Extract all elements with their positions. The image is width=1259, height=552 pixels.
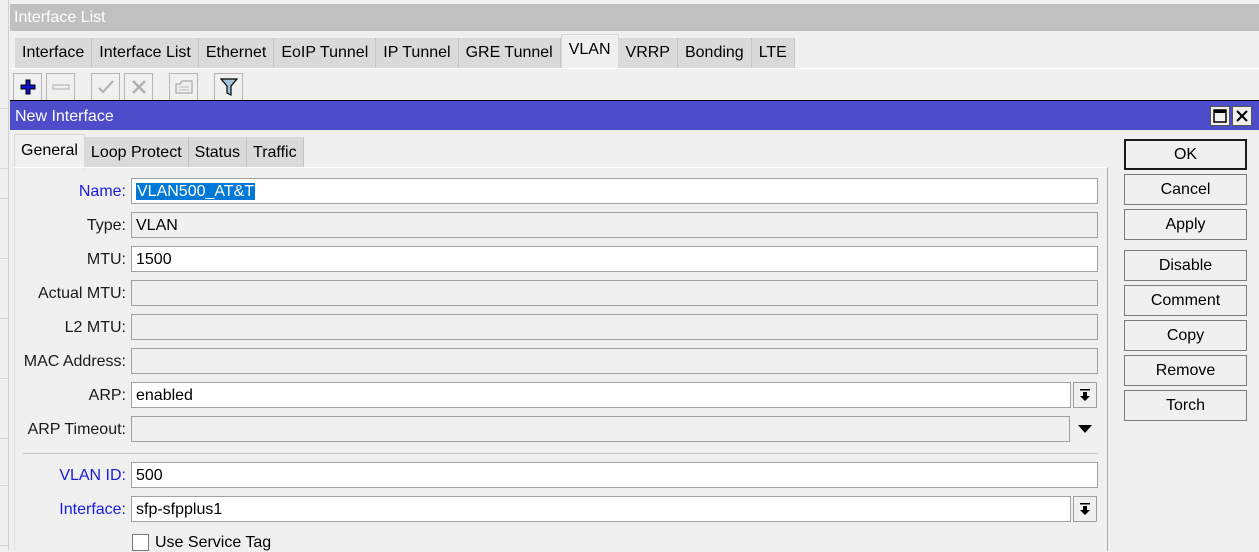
tab-interface[interactable]: Interface bbox=[15, 38, 93, 69]
filter-button[interactable] bbox=[214, 73, 243, 101]
l2-mtu-row: L2 MTU: bbox=[15, 314, 126, 340]
name-row: Name: bbox=[15, 178, 126, 204]
arp-row: ARP: bbox=[15, 382, 126, 408]
arp-label: ARP: bbox=[88, 387, 126, 404]
mac-address-row: MAC Address: bbox=[15, 348, 126, 374]
dropdown-icon bbox=[1080, 503, 1090, 515]
dialog-tabs: General Loop Protect Status Traffic bbox=[14, 134, 304, 169]
tab-interface-list[interactable]: Interface List bbox=[92, 38, 199, 69]
enable-button[interactable] bbox=[91, 73, 120, 101]
close-icon bbox=[1236, 110, 1248, 122]
remove-button[interactable]: Remove bbox=[1124, 355, 1247, 386]
cancel-button[interactable]: Cancel bbox=[1124, 174, 1247, 205]
disable-button[interactable]: Disable bbox=[1124, 250, 1247, 281]
vlan-id-label: VLAN ID: bbox=[59, 467, 126, 484]
check-icon bbox=[97, 80, 114, 94]
section-divider bbox=[23, 453, 1098, 454]
interface-label: Interface: bbox=[59, 501, 126, 518]
dialog-title-bar[interactable]: New Interface bbox=[10, 100, 1259, 130]
dropdown-icon bbox=[1080, 389, 1090, 401]
tab-general[interactable]: General bbox=[14, 134, 85, 169]
type-row: Type: bbox=[15, 212, 126, 238]
ok-button[interactable]: OK bbox=[1124, 139, 1247, 170]
add-button[interactable] bbox=[13, 73, 42, 101]
vlan-id-input[interactable]: 500 bbox=[131, 462, 1098, 488]
vlan-id-row: VLAN ID: bbox=[15, 462, 126, 488]
arp-timeout-expand-button[interactable] bbox=[1073, 416, 1097, 442]
mtu-input[interactable]: 1500 bbox=[131, 246, 1098, 272]
arp-timeout-row: ARP Timeout: bbox=[15, 416, 126, 442]
tab-bonding[interactable]: Bonding bbox=[677, 38, 752, 69]
toolbar bbox=[13, 73, 243, 101]
interface-row: Interface: bbox=[15, 496, 126, 522]
l2-mtu-label: L2 MTU: bbox=[64, 319, 126, 336]
close-button[interactable] bbox=[1232, 106, 1252, 126]
arp-timeout-label: ARP Timeout: bbox=[27, 421, 126, 438]
name-input[interactable]: VLAN500_AT&T bbox=[131, 178, 1098, 204]
actual-mtu-row: Actual MTU: bbox=[15, 280, 126, 306]
arp-timeout-field[interactable] bbox=[131, 416, 1070, 442]
use-service-tag-label: Use Service Tag bbox=[155, 534, 272, 551]
copy-button[interactable]: Copy bbox=[1124, 320, 1247, 351]
tab-status[interactable]: Status bbox=[188, 137, 248, 168]
maximize-icon bbox=[1213, 109, 1227, 123]
row-divider bbox=[0, 545, 8, 546]
interface-dropdown-button[interactable] bbox=[1073, 496, 1097, 522]
window-title: Interface List bbox=[14, 9, 106, 26]
maximize-button[interactable] bbox=[1210, 106, 1230, 126]
mtu-row: MTU: bbox=[15, 246, 126, 272]
mac-address-field bbox=[131, 348, 1098, 374]
comment-button[interactable]: Comment bbox=[1124, 285, 1247, 316]
window-title-bar[interactable]: Interface List bbox=[10, 4, 1259, 31]
name-value: VLAN500_AT&T bbox=[136, 183, 256, 200]
interface-select[interactable]: sfp-sfpplus1 bbox=[131, 496, 1071, 522]
row-divider bbox=[0, 168, 8, 169]
actual-mtu-field bbox=[131, 280, 1098, 306]
general-panel: Name: VLAN500_AT&T Type: VLAN MTU: 1500 … bbox=[14, 167, 1108, 551]
tab-loop-protect[interactable]: Loop Protect bbox=[84, 137, 189, 168]
tab-vlan[interactable]: VLAN bbox=[560, 34, 619, 70]
dialog-title: New Interface bbox=[15, 108, 114, 125]
use-service-tag-checkbox[interactable] bbox=[132, 534, 149, 551]
tab-traffic[interactable]: Traffic bbox=[247, 137, 304, 168]
name-label: Name: bbox=[78, 183, 126, 200]
cross-icon bbox=[131, 80, 146, 94]
chevron-down-icon bbox=[1078, 425, 1092, 433]
comment-button[interactable] bbox=[169, 73, 198, 101]
row-divider bbox=[0, 485, 8, 486]
plus-icon bbox=[20, 79, 35, 95]
arp-select[interactable]: enabled bbox=[131, 382, 1071, 408]
tab-gre-tunnel[interactable]: GRE Tunnel bbox=[458, 38, 561, 69]
tab-ip-tunnel[interactable]: IP Tunnel bbox=[376, 38, 459, 69]
row-divider bbox=[0, 378, 8, 379]
torch-button[interactable]: Torch bbox=[1124, 390, 1247, 421]
type-field: VLAN bbox=[131, 212, 1098, 238]
interface-tabs: Interface Interface List Ethernet EoIP T… bbox=[15, 34, 795, 70]
tab-divider bbox=[10, 68, 1259, 69]
row-divider bbox=[0, 108, 8, 109]
actual-mtu-label: Actual MTU: bbox=[37, 285, 126, 302]
filter-icon bbox=[219, 78, 238, 96]
l2-mtu-field bbox=[131, 314, 1098, 340]
arp-dropdown-button[interactable] bbox=[1073, 382, 1097, 408]
tab-eoip-tunnel[interactable]: EoIP Tunnel bbox=[274, 38, 377, 69]
minus-icon bbox=[52, 84, 69, 90]
disable-button[interactable] bbox=[124, 73, 153, 101]
type-label: Type: bbox=[86, 217, 126, 234]
tab-vrrp[interactable]: VRRP bbox=[618, 38, 678, 69]
remove-button[interactable] bbox=[46, 73, 75, 101]
tab-lte[interactable]: LTE bbox=[751, 38, 795, 69]
apply-button[interactable]: Apply bbox=[1124, 209, 1247, 240]
mac-address-label: MAC Address: bbox=[23, 353, 126, 370]
mtu-label: MTU: bbox=[86, 251, 126, 268]
comment-icon bbox=[175, 80, 192, 94]
tab-ethernet[interactable]: Ethernet bbox=[198, 38, 275, 69]
